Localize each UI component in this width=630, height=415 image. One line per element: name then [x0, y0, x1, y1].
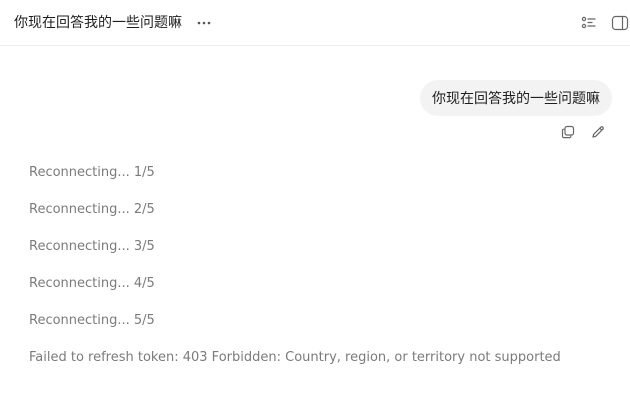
- copy-button[interactable]: [560, 124, 576, 140]
- list-icon: [581, 16, 596, 29]
- sidebar-toggle-icon: [611, 15, 629, 31]
- chat-window: 你现在回答我的一些问题嘛 你现在回答我的一些问题嘛 Reconnecting..…: [0, 0, 630, 415]
- chat-title: 你现在回答我的一些问题嘛: [14, 15, 182, 31]
- message-actions: [560, 124, 606, 140]
- more-options-button[interactable]: [194, 13, 214, 33]
- edit-icon: [592, 126, 604, 138]
- copy-icon: [561, 125, 575, 139]
- reconnect-status-5: Reconnecting... 5/5: [29, 313, 155, 328]
- reconnect-status-1: Reconnecting... 1/5: [29, 165, 155, 180]
- edit-button[interactable]: [590, 124, 606, 140]
- reconnect-status-4: Reconnecting... 4/5: [29, 276, 155, 291]
- reconnect-status-3: Reconnecting... 3/5: [29, 239, 155, 254]
- chat-header: 你现在回答我的一些问题嘛: [0, 0, 630, 46]
- reconnect-status-2: Reconnecting... 2/5: [29, 202, 155, 217]
- ellipsis-icon: [197, 21, 211, 25]
- error-message: Failed to refresh token: 403 Forbidden: …: [29, 350, 561, 365]
- reconnect-status-list: Reconnecting... 1/5 Reconnecting... 2/5 …: [29, 164, 609, 349]
- sidebar-toggle-button[interactable]: [610, 13, 630, 33]
- user-message-bubble: 你现在回答我的一些问题嘛: [420, 80, 612, 116]
- list-view-button[interactable]: [579, 13, 599, 33]
